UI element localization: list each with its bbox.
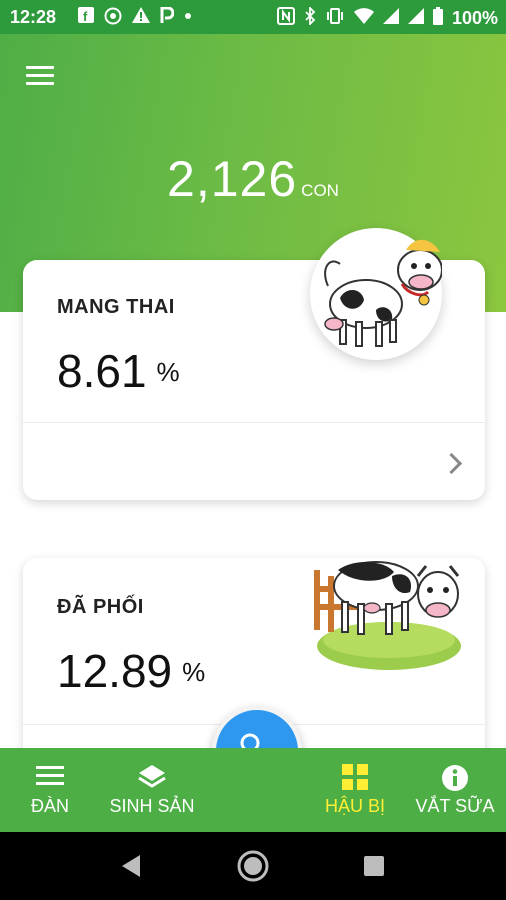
system-icons: 100% bbox=[276, 5, 498, 29]
chevron-right-icon[interactable] bbox=[440, 452, 463, 475]
nav-label: ĐÀN bbox=[30, 796, 69, 816]
nav-label: VẮT SỮA bbox=[415, 796, 495, 816]
notification-icons: f bbox=[78, 6, 192, 30]
vibrate-icon bbox=[325, 8, 345, 28]
herd-total-unit: CON bbox=[301, 181, 339, 200]
card-title: ĐÃ PHỐI bbox=[57, 596, 144, 618]
info-icon bbox=[442, 765, 468, 791]
grazing-cow-illustration bbox=[314, 540, 461, 680]
card-title: MANG THAI bbox=[57, 296, 175, 318]
bluetooth-icon bbox=[304, 5, 316, 29]
battery-icon bbox=[432, 7, 443, 29]
nav-label: SINH SẢN bbox=[109, 796, 195, 816]
status-bar: 12:28 f 100% bbox=[0, 0, 506, 34]
dot-icon bbox=[184, 7, 192, 30]
standing-cow-icon bbox=[324, 239, 443, 347]
grazing-cow-icon bbox=[314, 561, 461, 670]
settings-badge-icon bbox=[104, 7, 122, 30]
card-value-number: 8.61 bbox=[57, 345, 147, 397]
card-value-unit: % bbox=[156, 357, 180, 387]
card-value-number: 12.89 bbox=[57, 645, 173, 697]
bottom-navigation: ĐÀN SINH SẢN HẬU BỊ VẮT SỮA bbox=[0, 748, 506, 832]
wifi-icon bbox=[353, 8, 374, 28]
cow-illustration bbox=[310, 228, 443, 360]
nav-item-milking[interactable]: VẮT SỮA bbox=[404, 748, 506, 832]
nav-item-breeding[interactable]: SINH SẢN bbox=[100, 748, 204, 832]
card-value: 12.89% bbox=[57, 644, 205, 698]
layers-icon bbox=[138, 765, 166, 788]
back-icon[interactable] bbox=[120, 854, 142, 878]
hamburger-menu-icon[interactable] bbox=[26, 66, 54, 86]
grid-icon bbox=[342, 764, 368, 790]
nfc-icon bbox=[276, 7, 295, 29]
system-navigation-bar bbox=[0, 832, 506, 900]
status-time: 12:28 bbox=[10, 7, 57, 27]
warning-icon bbox=[132, 7, 150, 30]
p-icon bbox=[160, 6, 175, 30]
nav-item-herd[interactable]: ĐÀN bbox=[0, 748, 100, 832]
nav-item-heifer[interactable]: HẬU BỊ bbox=[306, 748, 404, 832]
herd-total: 2,126 CON bbox=[0, 150, 506, 208]
menu-icon bbox=[36, 766, 64, 785]
svg-text:f: f bbox=[83, 9, 88, 23]
signal-icon bbox=[382, 8, 399, 28]
home-icon[interactable] bbox=[237, 850, 269, 882]
herd-total-count: 2,126 bbox=[167, 151, 298, 207]
card-divider bbox=[23, 422, 485, 423]
card-value-unit: % bbox=[182, 657, 206, 687]
facebook-icon: f bbox=[78, 7, 94, 30]
nav-label: HẬU BỊ bbox=[324, 796, 385, 816]
card-value: 8.61% bbox=[57, 344, 180, 398]
recents-icon[interactable] bbox=[364, 856, 384, 876]
signal-icon bbox=[407, 8, 424, 28]
battery-percent: 100% bbox=[451, 7, 498, 28]
